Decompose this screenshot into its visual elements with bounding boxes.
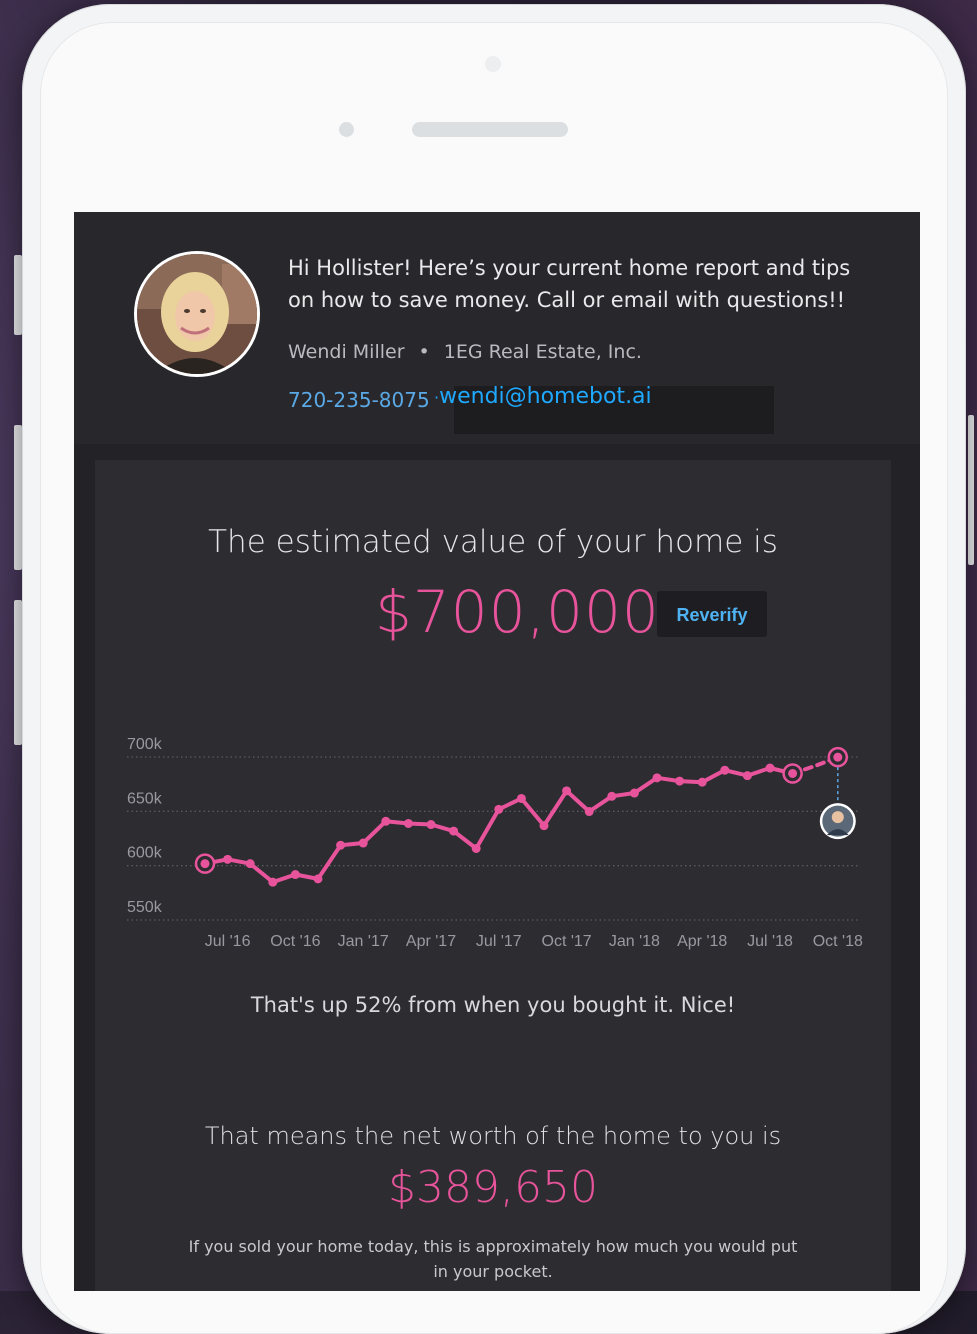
data-point <box>381 816 391 826</box>
data-point <box>584 807 594 817</box>
y-tick-label: 700k <box>127 736 163 753</box>
separator: • <box>418 341 430 363</box>
data-point <box>403 818 413 828</box>
data-point <box>765 763 775 773</box>
front-camera <box>485 56 501 72</box>
x-tick-label: Jul '18 <box>747 933 793 950</box>
agent-photo <box>137 254 257 374</box>
x-axis-labels: Jul '16 Oct '16 Jan '17 Apr '17 Jul '17 Oct '… <box>205 933 863 950</box>
y-tick-label: 600k <box>127 845 163 862</box>
x-tick-label: Apr '18 <box>677 933 727 950</box>
agent-info: Wendi Miller • 1EG Real Estate, Inc. <box>288 341 642 363</box>
data-point <box>652 773 662 783</box>
x-tick-label: Jul '16 <box>205 933 251 950</box>
ringed-point <box>782 763 803 784</box>
x-tick-label: Oct '18 <box>813 933 863 950</box>
data-point <box>290 870 300 880</box>
phone-side-button <box>14 425 22 570</box>
ring-center <box>788 768 798 778</box>
agent-email-link[interactable]: ·wendi@homebot.ai <box>434 384 652 409</box>
x-tick-label: Oct '16 <box>270 933 320 950</box>
agent-message: Hi Hollister! Here’s your current home r… <box>288 256 851 312</box>
ring-center <box>833 752 843 762</box>
phone-side-button <box>14 255 22 335</box>
marker-avatar-face <box>831 811 844 824</box>
data-point <box>675 776 685 786</box>
data-point <box>358 838 368 848</box>
data-point <box>697 777 707 787</box>
net-worth-explainer: If you sold your home today, this is app… <box>188 1237 798 1281</box>
agent-company: 1EG Real Estate, Inc. <box>443 341 642 363</box>
reverify-button[interactable]: Reverify <box>657 591 767 637</box>
data-point <box>245 859 255 869</box>
ringed-point <box>194 853 216 874</box>
y-tick-label: 550k <box>127 899 163 916</box>
data-point <box>720 765 730 775</box>
net-worth-headline: That means the net worth of the home to … <box>204 1122 782 1150</box>
data-point <box>516 793 526 803</box>
home-report-card: The estimated value of your home is $700… <box>95 460 891 1291</box>
x-tick-label: Jan '18 <box>609 933 660 950</box>
data-point <box>223 854 233 864</box>
phone-side-button <box>968 415 974 565</box>
data-point <box>742 771 752 781</box>
data-point <box>629 788 639 798</box>
data-point <box>562 786 572 796</box>
data-point <box>449 826 459 836</box>
agent-email-text: wendi@homebot.ai <box>439 384 652 409</box>
data-point <box>336 840 346 850</box>
chart-grid <box>127 756 860 921</box>
agent-name: Wendi Miller <box>288 341 405 363</box>
current-value-marker <box>819 767 856 840</box>
y-axis-labels: 700k 650k 600k 550k <box>127 736 163 916</box>
estimate-headline: The estimated value of your home is <box>208 524 778 560</box>
data-point <box>313 874 323 884</box>
proximity-sensor <box>339 122 354 137</box>
ring-center <box>200 859 210 869</box>
change-text: That's up 52% from when you bought it. N… <box>250 993 736 1017</box>
x-tick-label: Apr '17 <box>406 933 456 950</box>
agent-card: Hi Hollister! Here’s your current home r… <box>74 212 920 444</box>
chart-series <box>203 755 840 885</box>
net-worth-value: $389,650 <box>388 1162 598 1213</box>
x-tick-label: Jan '17 <box>338 933 389 950</box>
agent-phone-link[interactable]: 720-235-8075 <box>288 388 430 412</box>
x-tick-label: Oct '17 <box>542 933 592 950</box>
data-point <box>471 843 481 853</box>
y-tick-label: 650k <box>127 790 163 807</box>
earpiece-speaker <box>412 122 568 137</box>
screen: Hi Hollister! Here’s your current home r… <box>74 212 920 1291</box>
x-tick-label: Jul '17 <box>476 933 522 950</box>
data-point <box>494 804 504 814</box>
data-point <box>268 877 278 887</box>
agent-avatar <box>134 251 260 377</box>
ringed-point <box>827 746 849 768</box>
data-point <box>539 821 549 831</box>
data-point <box>607 791 617 801</box>
estimated-value: $700,000 <box>375 578 660 646</box>
phone-side-button <box>14 600 22 745</box>
home-value-chart: 700k 650k 600k 550k Jul '16 Oct '16 Jan '17 Ap… <box>127 736 863 950</box>
data-point <box>426 820 436 830</box>
